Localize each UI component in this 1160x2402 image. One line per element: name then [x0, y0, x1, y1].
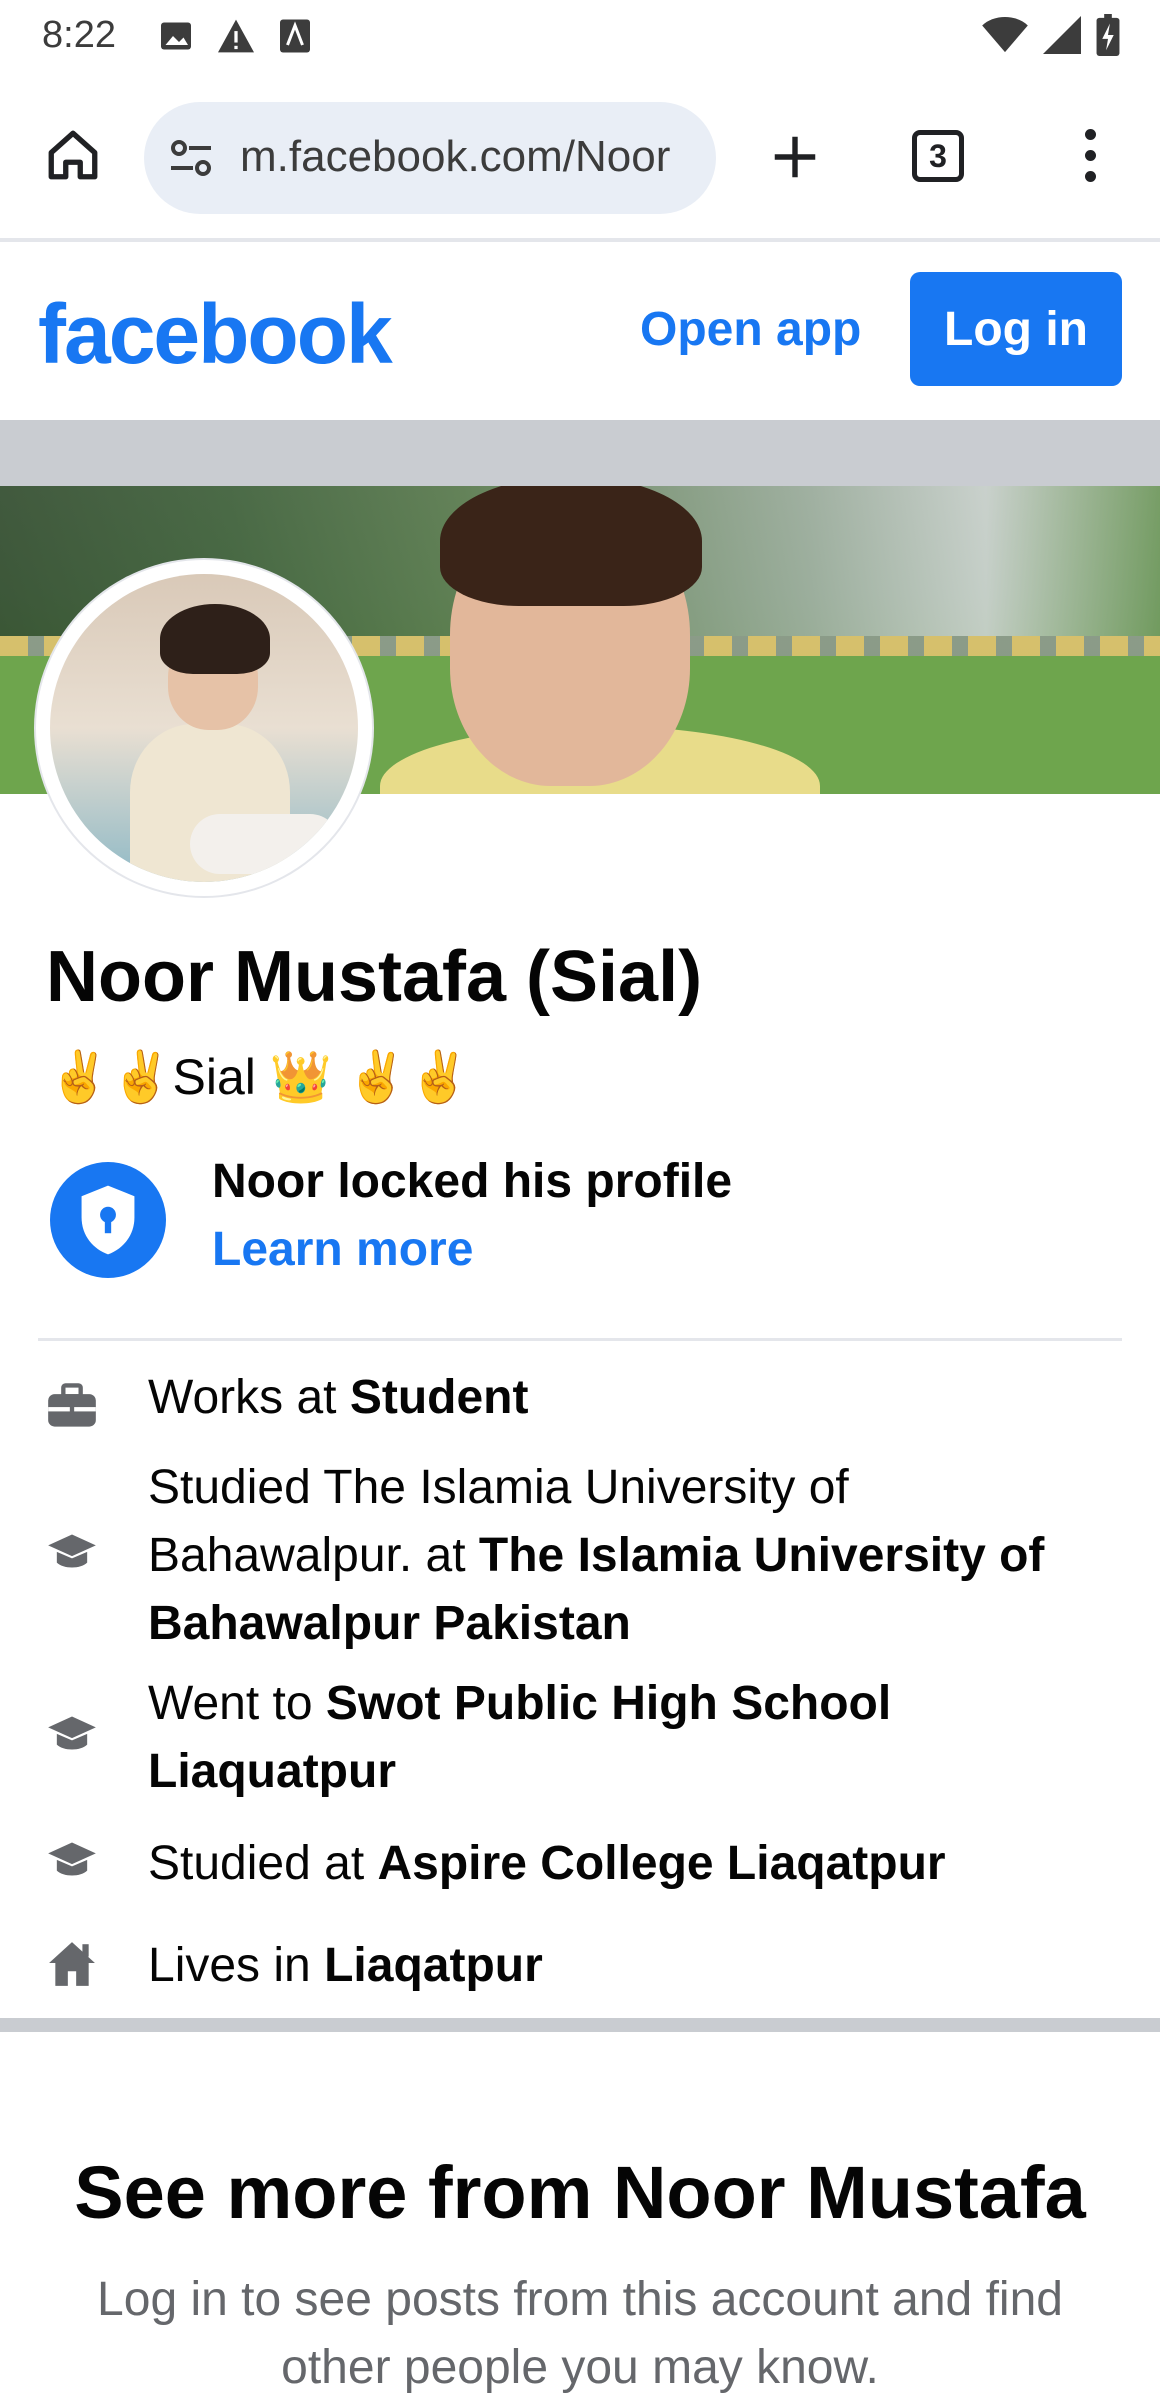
header-separator [0, 420, 1160, 486]
home-icon [44, 1936, 100, 1992]
browser-toolbar: m.facebook.com/Noor 3 [0, 90, 1160, 220]
intro-prefix: Lives in [148, 1939, 325, 1992]
intro-text-university: Studied The Islamia University of Bahawa… [148, 1454, 1108, 1658]
home-icon [48, 130, 98, 180]
site-settings-icon[interactable] [166, 134, 216, 182]
browser-menu-button[interactable] [1060, 120, 1120, 190]
see-more-subtitle: Log in to see posts from this account an… [97, 2273, 1063, 2394]
intro-text-college: Studied at Aspire College Liaqatpur [148, 1830, 1108, 1898]
locked-profile-shield-icon [50, 1162, 166, 1278]
new-tab-button[interactable] [760, 122, 830, 192]
avatar-subject-legs [190, 814, 340, 874]
intro-prefix: Works at [148, 1371, 350, 1424]
home-button[interactable] [38, 120, 108, 190]
open-app-link[interactable]: Open app [640, 302, 861, 357]
facebook-header: facebook Open app Log in [0, 242, 1160, 420]
profile-avatar[interactable] [36, 560, 372, 896]
graduation-cap-icon [44, 1526, 100, 1582]
profile-bio: ✌️✌️Sial 👑 ✌️✌️ [48, 1049, 471, 1105]
graduation-cap-icon [44, 1708, 100, 1764]
profile-name: Noor Mustafa (Sial) [46, 937, 703, 1017]
login-button[interactable]: Log in [910, 272, 1122, 386]
section-divider [38, 1338, 1122, 1341]
intro-work-value[interactable]: Student [350, 1371, 529, 1424]
battery-charging-icon [1096, 14, 1120, 56]
intro-lives-value[interactable]: Liaqatpur [324, 1939, 543, 1992]
briefcase-icon [44, 1378, 100, 1434]
menu-dot [1084, 170, 1096, 182]
tab-switcher-button[interactable]: 3 [912, 130, 964, 182]
address-bar[interactable]: m.facebook.com/Noor [144, 102, 716, 214]
menu-dot [1084, 149, 1096, 161]
intro-prefix: Studied at [148, 1837, 378, 1890]
intro-text-work: Works at Student [148, 1364, 1108, 1432]
status-notification-icons [158, 18, 312, 54]
plus-icon [774, 136, 816, 178]
status-bar: 8:22 [0, 0, 1160, 72]
intro-text-lives: Lives in Liaqatpur [148, 1932, 1108, 2000]
cover-subject-hair [440, 486, 702, 606]
wifi-icon [982, 16, 1028, 53]
intro-college-value[interactable]: Aspire College Liaqatpur [378, 1837, 946, 1890]
status-time: 8:22 [42, 14, 116, 56]
section-separator [0, 2018, 1160, 2032]
cell-signal-icon [1043, 16, 1081, 54]
see-more-title: See more from Noor Mustafa [74, 2151, 1086, 2234]
warning-notification-icon [218, 19, 254, 53]
intro-text-high-school: Went to Swot Public High School Liaquatp… [148, 1670, 1108, 1806]
locked-profile-title: Noor locked his profile [212, 1155, 733, 1208]
status-system-icons [982, 14, 1120, 56]
graduation-cap-icon [44, 1834, 100, 1890]
menu-dot [1084, 128, 1096, 140]
learn-more-link[interactable]: Learn more [212, 1222, 473, 1277]
avatar-photo [50, 574, 358, 882]
url-text[interactable]: m.facebook.com/Noor [240, 132, 690, 182]
intro-prefix: Went to [148, 1677, 326, 1730]
avatar-subject-hair [160, 604, 270, 674]
image-notification-icon [161, 22, 191, 50]
app-notification-icon [280, 19, 310, 53]
facebook-logo[interactable]: facebook [38, 286, 393, 383]
